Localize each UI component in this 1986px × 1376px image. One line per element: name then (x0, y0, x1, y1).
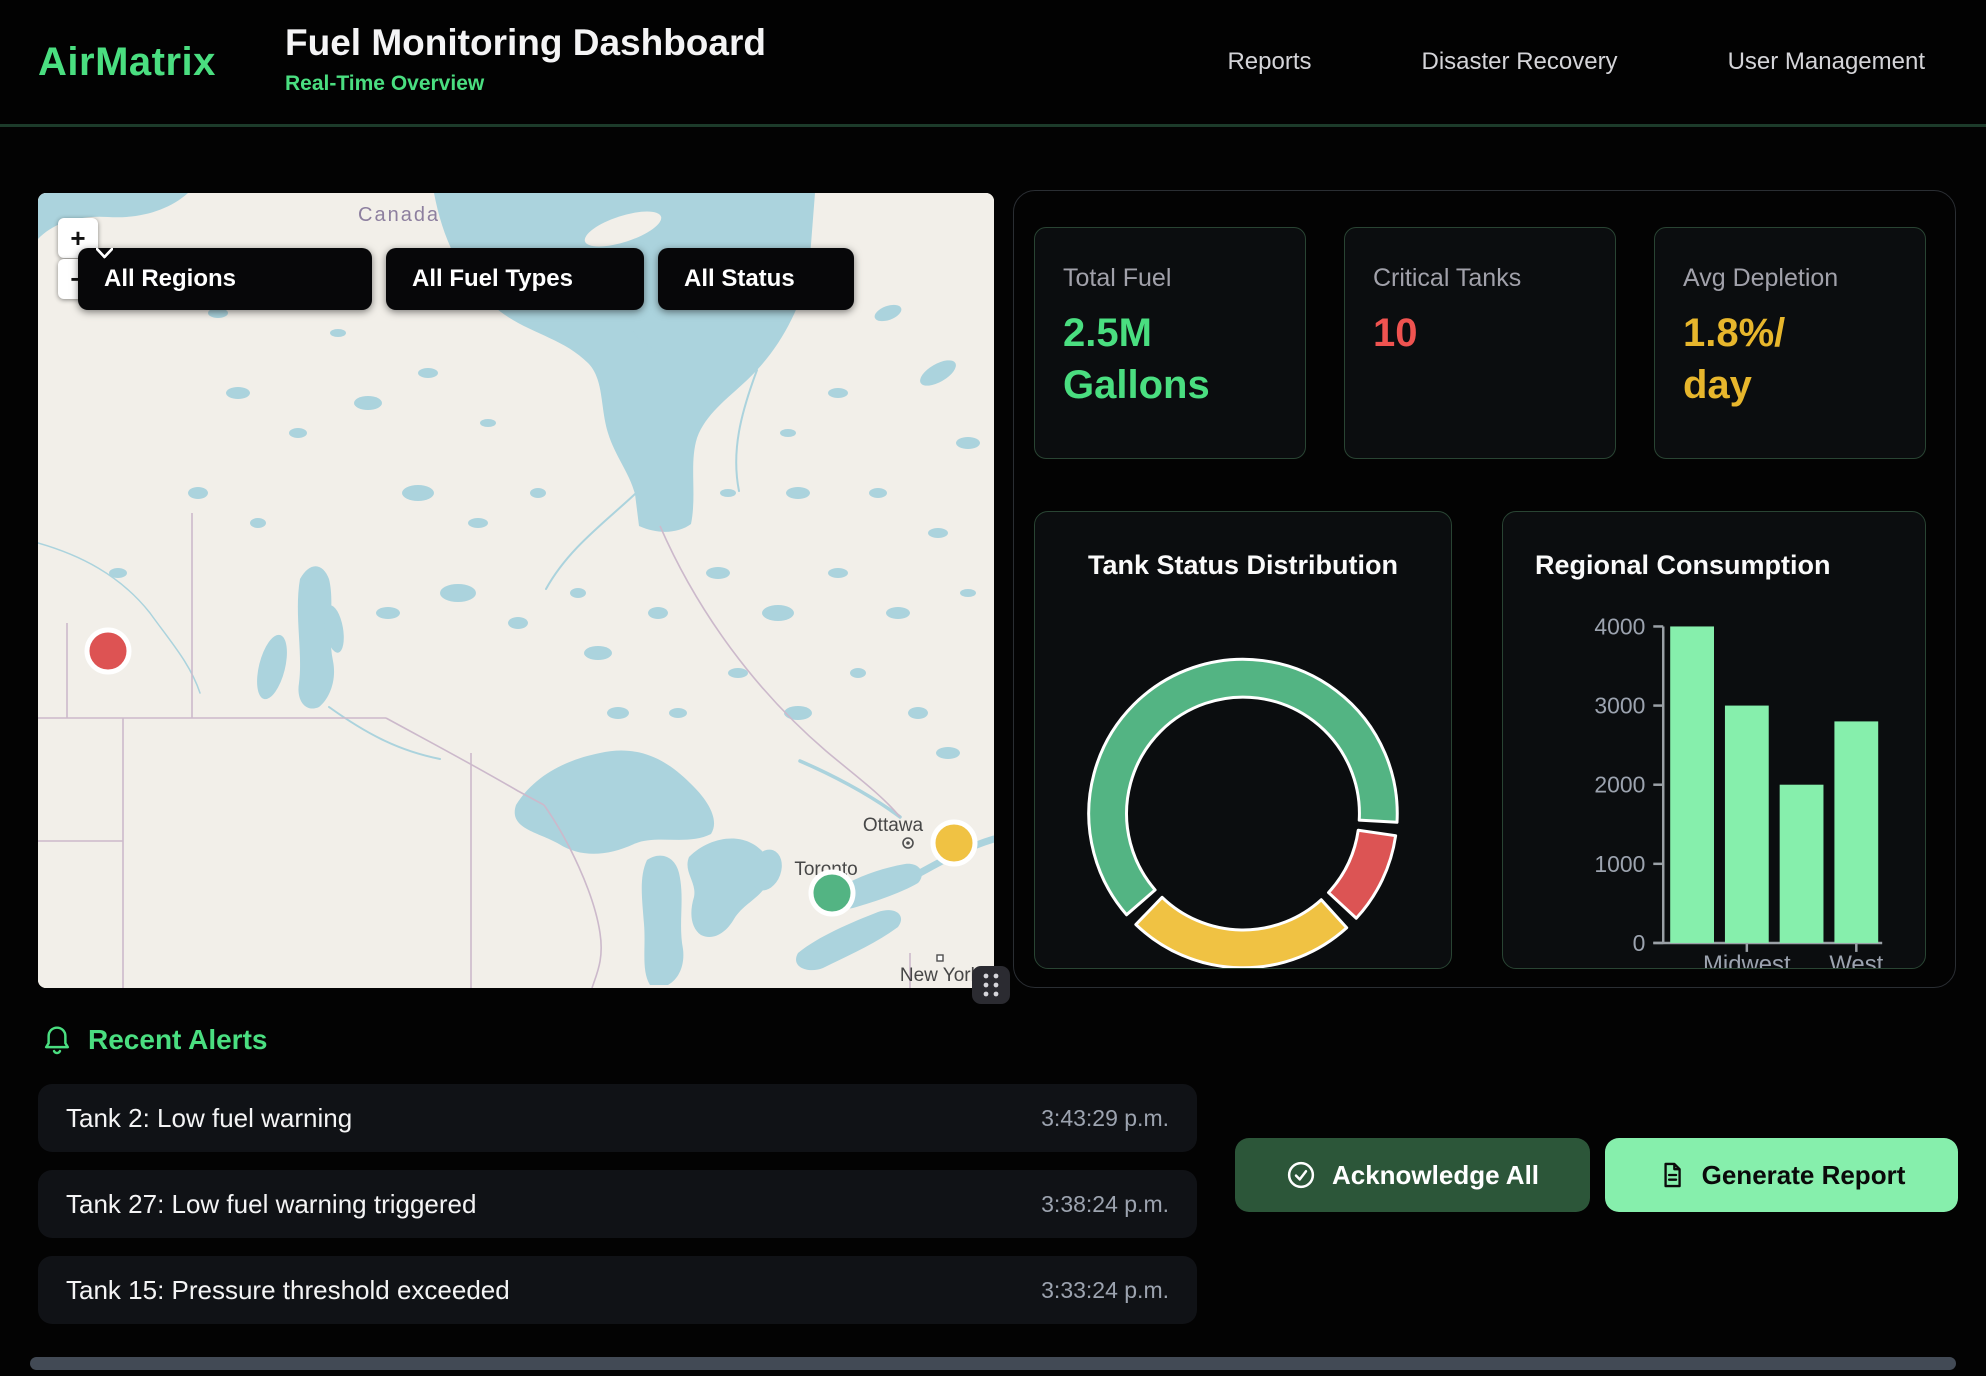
page-title: Fuel Monitoring Dashboard (285, 22, 766, 64)
nav-disaster-recovery[interactable]: Disaster Recovery (1422, 48, 1618, 76)
chevron-down-icon (96, 248, 113, 259)
map-label-canada: Canada (358, 204, 440, 226)
svg-text:0: 0 (1633, 930, 1646, 956)
nav-user-management[interactable]: User Management (1728, 48, 1925, 76)
alert-text: Tank 2: Low fuel warning (66, 1103, 352, 1134)
charts-row: Tank Status Distribution Regional Consum… (1034, 511, 1926, 969)
acknowledge-all-button[interactable]: Acknowledge All (1235, 1138, 1590, 1212)
recent-alerts-title: Recent Alerts (88, 1024, 267, 1056)
stat-value: 10 (1373, 307, 1587, 359)
alert-row: Tank 27: Low fuel warning triggered 3:38… (38, 1170, 1197, 1238)
stat-card-total-fuel: Total Fuel 2.5MGallons (1034, 227, 1306, 459)
alert-time: 3:43:29 p.m. (1041, 1105, 1169, 1132)
grip-dots-icon[interactable] (972, 966, 1010, 1004)
main-nav: Reports Disaster Recovery User Managemen… (1227, 0, 1925, 124)
stat-value: 1.8%/day (1683, 307, 1897, 411)
bar-3 (1834, 721, 1878, 943)
bell-icon (42, 1024, 72, 1056)
stat-label: Avg Depletion (1683, 264, 1897, 293)
brand-logo: AirMatrix (38, 0, 216, 124)
svg-text:West: West (1829, 951, 1883, 968)
stats-row: Total Fuel 2.5MGallons Critical Tanks 10… (1034, 227, 1926, 459)
file-text-icon (1658, 1161, 1686, 1189)
alert-text: Tank 15: Pressure threshold exceeded (66, 1275, 510, 1306)
fuel-type-filter-value: All Fuel Types (412, 265, 573, 293)
tank-marker-warning[interactable] (933, 822, 975, 864)
map-label-newyork: New York (900, 965, 981, 986)
svg-text:1000: 1000 (1594, 851, 1645, 877)
tank-marker-critical[interactable] (87, 630, 129, 672)
alert-row: Tank 15: Pressure threshold exceeded 3:3… (38, 1256, 1197, 1324)
donut-segment-warning (1136, 897, 1347, 967)
donut-chart-title: Tank Status Distribution (1035, 550, 1451, 581)
stat-label: Total Fuel (1063, 264, 1277, 293)
tank-status-donut-card: Tank Status Distribution (1034, 511, 1452, 969)
horizontal-scrollbar[interactable] (30, 1357, 1956, 1370)
stat-card-avg-depletion: Avg Depletion 1.8%/day (1654, 227, 1926, 459)
alert-row: Tank 2: Low fuel warning 3:43:29 p.m. (38, 1084, 1197, 1152)
map-label-ottawa: Ottawa (863, 815, 924, 836)
acknowledge-all-label: Acknowledge All (1332, 1160, 1539, 1191)
svg-text:Midwest: Midwest (1703, 951, 1791, 968)
status-filter-value: All Status (684, 265, 795, 293)
status-filter-dropdown[interactable]: All Status (658, 248, 854, 310)
bar-chart-title: Regional Consumption (1535, 550, 1830, 581)
nav-reports[interactable]: Reports (1227, 48, 1311, 76)
svg-text:4000: 4000 (1594, 613, 1645, 639)
page-subtitle: Real-Time Overview (285, 72, 766, 96)
alert-text: Tank 27: Low fuel warning triggered (66, 1189, 476, 1220)
regional-consumption-bar-card: Regional Consumption 0 1000 2000 3000 4000 Mi… (1502, 511, 1926, 969)
bar-0 (1670, 626, 1714, 942)
check-circle-icon (1286, 1160, 1316, 1190)
bar-2 (1780, 785, 1824, 943)
bar-1 (1725, 706, 1769, 943)
svg-text:3000: 3000 (1594, 693, 1645, 719)
generate-report-button[interactable]: Generate Report (1605, 1138, 1958, 1212)
stat-card-critical-tanks: Critical Tanks 10 (1344, 227, 1616, 459)
region-filter-value: All Regions (104, 265, 236, 293)
page-title-block: Fuel Monitoring Dashboard Real-Time Over… (285, 22, 766, 96)
stat-value: 2.5MGallons (1063, 307, 1277, 411)
alert-time: 3:33:24 p.m. (1041, 1277, 1169, 1304)
map-filters: All Regions All Fuel Types All Status (78, 248, 854, 310)
alert-time: 3:38:24 p.m. (1041, 1191, 1169, 1218)
region-filter-dropdown[interactable]: All Regions (78, 248, 372, 310)
donut-segment-critical (1328, 830, 1395, 918)
svg-text:2000: 2000 (1594, 772, 1645, 798)
app-header: AirMatrix Fuel Monitoring Dashboard Real… (0, 0, 1986, 127)
fuel-monitoring-dashboard: AirMatrix Fuel Monitoring Dashboard Real… (0, 0, 1986, 1376)
tank-marker-normal[interactable] (811, 872, 853, 914)
recent-alerts-heading: Recent Alerts (42, 1024, 267, 1056)
generate-report-label: Generate Report (1702, 1160, 1906, 1191)
fuel-type-filter-dropdown[interactable]: All Fuel Types (386, 248, 644, 310)
overview-panel: Total Fuel 2.5MGallons Critical Tanks 10… (1013, 190, 1956, 988)
map-canvas: Canada Ottawa Toronto New York (38, 193, 994, 988)
stat-label: Critical Tanks (1373, 264, 1587, 293)
tank-map[interactable]: Canada Ottawa Toronto New York + − All R… (38, 193, 994, 988)
